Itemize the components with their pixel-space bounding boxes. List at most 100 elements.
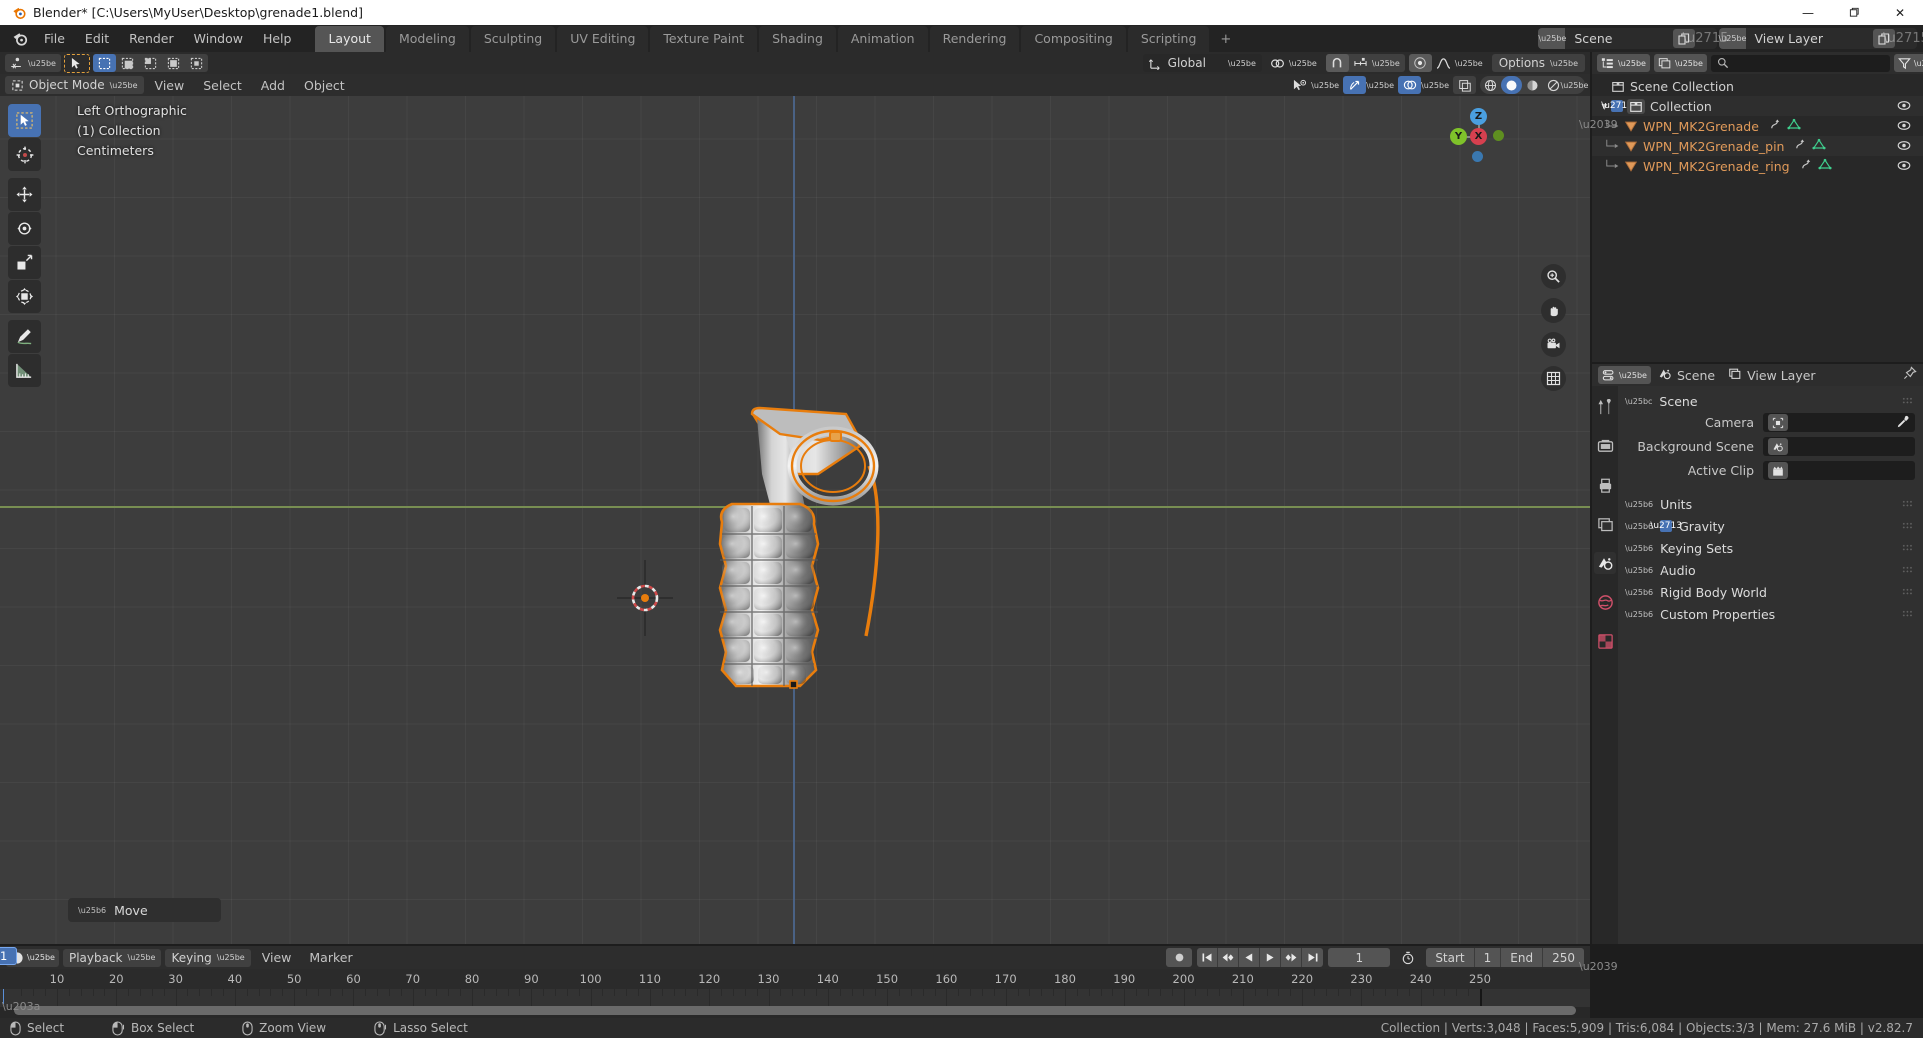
viewlayer-selector[interactable]: \u25be View Layer \u2715	[1718, 28, 1923, 49]
measure-tool[interactable]	[8, 354, 41, 387]
zoom-view-icon[interactable]	[1541, 264, 1566, 289]
viewport-menu-object[interactable]: Object	[296, 76, 353, 95]
background-scene-field[interactable]	[1763, 437, 1915, 456]
prev-keyframe-button[interactable]	[1218, 948, 1240, 967]
mode-chevron-icon[interactable]: \u25be	[110, 81, 138, 90]
chevron-right-icon[interactable]: \u25b6	[1625, 566, 1653, 575]
chevron-right-icon[interactable]: \u25b6	[1625, 588, 1653, 597]
tab-layout[interactable]: Layout	[315, 26, 384, 52]
mesh-data-icon[interactable]	[1787, 118, 1801, 134]
timeline-menu-marker[interactable]: Marker	[302, 948, 359, 967]
show-overlays-icon[interactable]	[1398, 76, 1422, 94]
area-splitter-right-icon[interactable]: \u203a	[2, 1000, 40, 1013]
wireframe-shading-icon[interactable]	[1480, 76, 1501, 94]
grenade-model[interactable]	[0, 74, 1590, 944]
tab-world-properties[interactable]	[1594, 591, 1616, 613]
transform-orientation-selector[interactable]: Global \u25be	[1142, 54, 1262, 72]
move-tool[interactable]	[8, 178, 41, 211]
menu-help[interactable]: Help	[254, 28, 301, 49]
proportional-edit-icon[interactable]	[1266, 54, 1289, 72]
modifier-icon[interactable]	[1800, 158, 1813, 174]
active-tool-preset[interactable]: \u25be	[5, 54, 61, 72]
outliner-editor-type-selector[interactable]: \u25be	[1597, 54, 1650, 72]
tab-shading[interactable]: Shading	[759, 26, 836, 52]
end-frame-value[interactable]: 250	[1543, 948, 1584, 967]
play-button[interactable]	[1260, 948, 1282, 967]
visibility-chevron-icon[interactable]: \u25be	[1311, 81, 1339, 90]
modifier-icon[interactable]	[1794, 138, 1807, 154]
remove-viewlayer-icon[interactable]: \u2715	[1883, 29, 1923, 48]
tab-modeling[interactable]: Modeling	[385, 26, 469, 52]
outliner-row-collection[interactable]: ▼ \u2713 Collection	[1592, 96, 1923, 116]
gizmo-axis-neg-z[interactable]	[1472, 151, 1483, 162]
menu-file[interactable]: File	[35, 28, 74, 49]
show-gizmo-icon[interactable]	[1343, 76, 1367, 94]
camera-view-icon[interactable]	[1541, 332, 1566, 357]
outliner-row-object-pin[interactable]: WPN_MK2Grenade_pin	[1592, 136, 1923, 156]
viewport-menu-select[interactable]: Select	[195, 76, 250, 95]
modifier-icon[interactable]	[1769, 118, 1782, 134]
timeline-menu-view[interactable]: View	[255, 948, 299, 967]
gizmo-axis-y[interactable]: Y	[1450, 128, 1467, 145]
properties-editor[interactable]: \u25be Scene View Layer \u25bc Scene Cam…	[1592, 364, 1923, 944]
snap-increment-icon[interactable]	[1349, 54, 1372, 72]
snap-chevron-icon[interactable]: \u25be	[1372, 59, 1405, 68]
auto-keying-button[interactable]	[1166, 948, 1193, 967]
chevron-right-icon[interactable]: \u25b6	[1625, 522, 1653, 531]
outliner-row-object-ring[interactable]: WPN_MK2Grenade_ring	[1592, 156, 1923, 176]
gizmo-chevron-icon[interactable]: \u25be	[1366, 81, 1394, 90]
panel-header-units[interactable]: \u25b6 Units	[1618, 493, 1923, 515]
unlink-scene-icon[interactable]: \u2715	[1683, 29, 1729, 48]
camera-field[interactable]	[1763, 413, 1915, 432]
pan-view-icon[interactable]	[1541, 298, 1566, 323]
blender-logo-icon[interactable]	[6, 30, 34, 47]
eyedropper-icon[interactable]	[1896, 415, 1910, 433]
rotate-tool[interactable]	[8, 212, 41, 245]
menu-edit[interactable]: Edit	[76, 28, 118, 49]
tab-texture-properties[interactable]	[1594, 630, 1616, 652]
tab-output-properties[interactable]	[1594, 474, 1616, 496]
chevron-right-icon[interactable]: \u25b6	[1625, 500, 1653, 509]
scene-name-field[interactable]: Scene	[1565, 31, 1672, 46]
scale-tool[interactable]	[8, 246, 41, 279]
tab-scene-properties[interactable]	[1594, 552, 1616, 574]
panel-header-gravity[interactable]: \u25b6 \u2713 Gravity	[1618, 515, 1923, 537]
timeline-ruler[interactable]: 10 20 30 40 50 60 70 80 90 100 110 120 130 140 150 160 1…	[0, 969, 1590, 989]
chevron-right-icon[interactable]: \u25b6	[1625, 610, 1653, 619]
panel-header-scene[interactable]: \u25bc Scene	[1618, 390, 1923, 412]
viewport-menu-add[interactable]: Add	[253, 76, 293, 95]
solid-shading-icon[interactable]	[1501, 76, 1522, 94]
select-intersect-icon[interactable]	[185, 54, 208, 72]
select-subtract-icon[interactable]	[139, 54, 162, 72]
tab-scripting[interactable]: Scripting	[1127, 26, 1210, 52]
play-reverse-button[interactable]	[1239, 948, 1261, 967]
tool-preset-chevron-icon[interactable]: \u25be	[28, 59, 61, 68]
outliner-display-mode-selector[interactable]: \u25be	[1653, 54, 1707, 72]
hide-in-viewport-icon[interactable]	[1897, 159, 1911, 174]
panel-header-custom-properties[interactable]: \u25b6 Custom Properties	[1618, 603, 1923, 625]
current-frame-field[interactable]: 1	[1328, 948, 1391, 967]
playhead-indicator[interactable]: 1	[0, 947, 17, 965]
gizmo-axis-neg-y[interactable]	[1493, 130, 1504, 141]
viewport-menu-view[interactable]: View	[147, 76, 193, 95]
proportional-chevron-icon[interactable]: \u25be	[1289, 59, 1322, 68]
panel-header-keying-sets[interactable]: \u25b6 Keying Sets	[1618, 537, 1923, 559]
chevron-right-icon[interactable]: \u25b6	[1625, 544, 1653, 553]
tab-texture-paint[interactable]: Texture Paint	[650, 26, 758, 52]
active-tool-indicator[interactable]	[63, 53, 90, 73]
3d-viewport[interactable]: Object Mode \u25be View Select Add Objec…	[0, 74, 1590, 944]
select-new-icon[interactable]	[92, 54, 116, 72]
tab-compositing[interactable]: Compositing	[1021, 26, 1126, 52]
transform-tool[interactable]	[8, 280, 41, 313]
shading-chevron-icon[interactable]: \u25be	[1561, 76, 1589, 94]
mesh-data-icon[interactable]	[1818, 158, 1832, 174]
xray-toggle-icon[interactable]	[1453, 76, 1476, 94]
falloff-curve-icon[interactable]	[1432, 54, 1455, 72]
scene-selector[interactable]: \u25be Scene \u2715	[1538, 28, 1729, 49]
expand-operator-icon[interactable]: \u25b6	[78, 906, 106, 915]
gizmo-axis-z[interactable]: Z	[1470, 108, 1487, 125]
material-preview-shading-icon[interactable]	[1522, 76, 1543, 94]
tab-view-layer-properties[interactable]	[1594, 513, 1616, 535]
cursor-tool[interactable]	[8, 138, 41, 171]
outliner-row-scene-collection[interactable]: Scene Collection	[1592, 76, 1923, 96]
